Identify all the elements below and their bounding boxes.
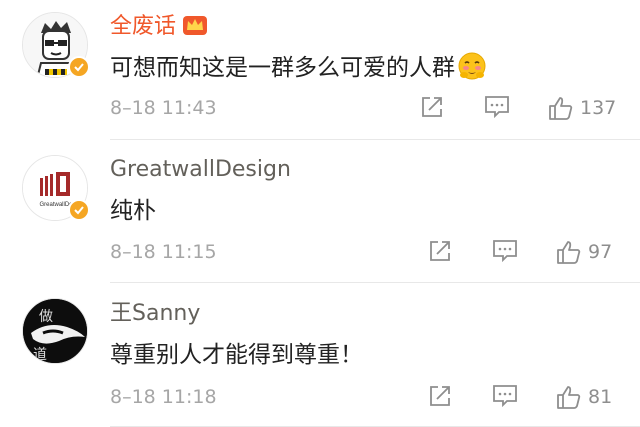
comment-icon bbox=[493, 240, 517, 263]
thumbs-up-icon bbox=[549, 97, 573, 120]
share-icon bbox=[430, 241, 450, 261]
comment-icon bbox=[485, 96, 509, 119]
username-label: 全废话 bbox=[110, 14, 177, 39]
timestamp: 8–18 11:15 bbox=[110, 241, 217, 263]
comment-icon bbox=[493, 385, 517, 408]
calligraphy-avatar-icon: 做 道 bbox=[23, 299, 87, 363]
thumbs-up-icon bbox=[557, 241, 581, 264]
comment-text: 尊重别人才能得到尊重！ bbox=[110, 342, 363, 368]
comment-item: 全废话 可想而知这是一群多么可爱的人群 8–18 11:43 137 bbox=[0, 0, 640, 140]
svg-text:做: 做 bbox=[39, 309, 53, 325]
thumbs-up-icon bbox=[557, 386, 581, 409]
username[interactable]: 王Sanny bbox=[110, 299, 200, 329]
like-count: 137 bbox=[580, 97, 617, 119]
avatar[interactable] bbox=[22, 12, 90, 78]
verified-badge-icon bbox=[68, 56, 90, 78]
timestamp: 8–18 11:18 bbox=[110, 386, 217, 408]
reply-button[interactable] bbox=[492, 239, 518, 263]
shy-face-emoji-icon bbox=[457, 51, 487, 90]
username[interactable]: 全废话 bbox=[110, 12, 208, 45]
like-button[interactable]: 81 bbox=[556, 384, 612, 410]
username[interactable]: GreatwallDesign bbox=[110, 155, 291, 185]
share-button[interactable] bbox=[428, 384, 452, 408]
share-icon bbox=[422, 97, 442, 117]
avatar[interactable]: 做 道 bbox=[22, 298, 88, 364]
crown-badge-icon bbox=[182, 14, 208, 45]
like-button[interactable]: 137 bbox=[548, 95, 616, 121]
share-button[interactable] bbox=[420, 95, 444, 119]
share-icon bbox=[430, 386, 450, 406]
share-button[interactable] bbox=[428, 239, 452, 263]
comment-text-content: 可想而知这是一群多么可爱的人群 bbox=[110, 55, 455, 81]
comment-item: 做 道 王Sanny 尊重别人才能得到尊重！ 8–18 11:18 81 bbox=[0, 283, 640, 427]
like-count: 81 bbox=[588, 386, 613, 408]
reply-button[interactable] bbox=[492, 384, 518, 408]
avatar[interactable]: GreatwallDe bbox=[22, 155, 90, 221]
svg-text:道: 道 bbox=[33, 347, 47, 363]
like-button[interactable]: 97 bbox=[556, 239, 612, 265]
verified-badge-icon bbox=[68, 199, 90, 221]
comment-item: GreatwallDe GreatwallDesign 纯朴 8–18 11:1… bbox=[0, 140, 640, 283]
reply-button[interactable] bbox=[484, 95, 510, 119]
comment-text: 纯朴 bbox=[110, 198, 156, 224]
like-count: 97 bbox=[588, 241, 613, 263]
timestamp: 8–18 11:43 bbox=[110, 97, 217, 119]
comment-text: 可想而知这是一群多么可爱的人群 bbox=[110, 51, 487, 90]
